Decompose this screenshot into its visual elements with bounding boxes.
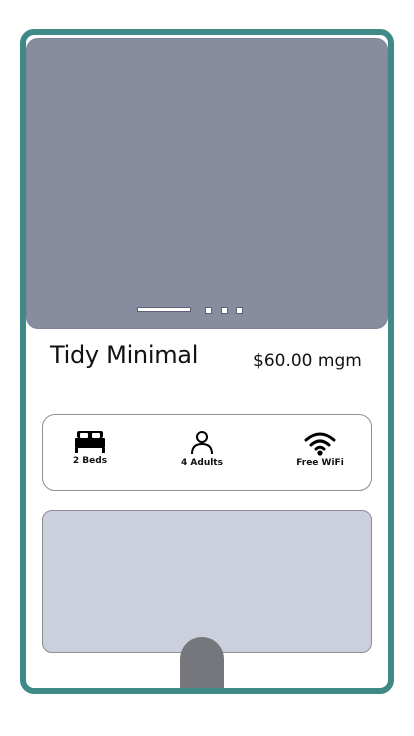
phone-frame: Tidy Minimal $60.00 mgm 2 Beds 4 Adults … [20,29,394,694]
details-panel [42,510,372,653]
listing-title: Tidy Minimal [50,341,199,369]
carousel-dot-active[interactable] [137,307,191,312]
amenity-wifi: Free WiFi [280,431,360,468]
amenity-label: 4 Adults [181,458,223,468]
wifi-icon [280,431,360,456]
person-icon [162,430,242,456]
amenity-label: Free WiFi [296,458,344,468]
bed-icon [50,430,130,454]
carousel-dot[interactable] [236,307,243,314]
bottom-action-button[interactable] [180,637,224,688]
amenity-label: 2 Beds [72,456,108,466]
amenity-adults: 4 Adults [162,430,242,468]
carousel-dot[interactable] [221,307,228,314]
amenity-beds: 2 Beds [50,430,130,466]
listing-photo-carousel[interactable] [26,38,388,329]
listing-price: $60.00 mgm [253,351,362,371]
amenities-card: 2 Beds 4 Adults Free WiFi [42,414,372,491]
carousel-dot[interactable] [205,307,212,314]
